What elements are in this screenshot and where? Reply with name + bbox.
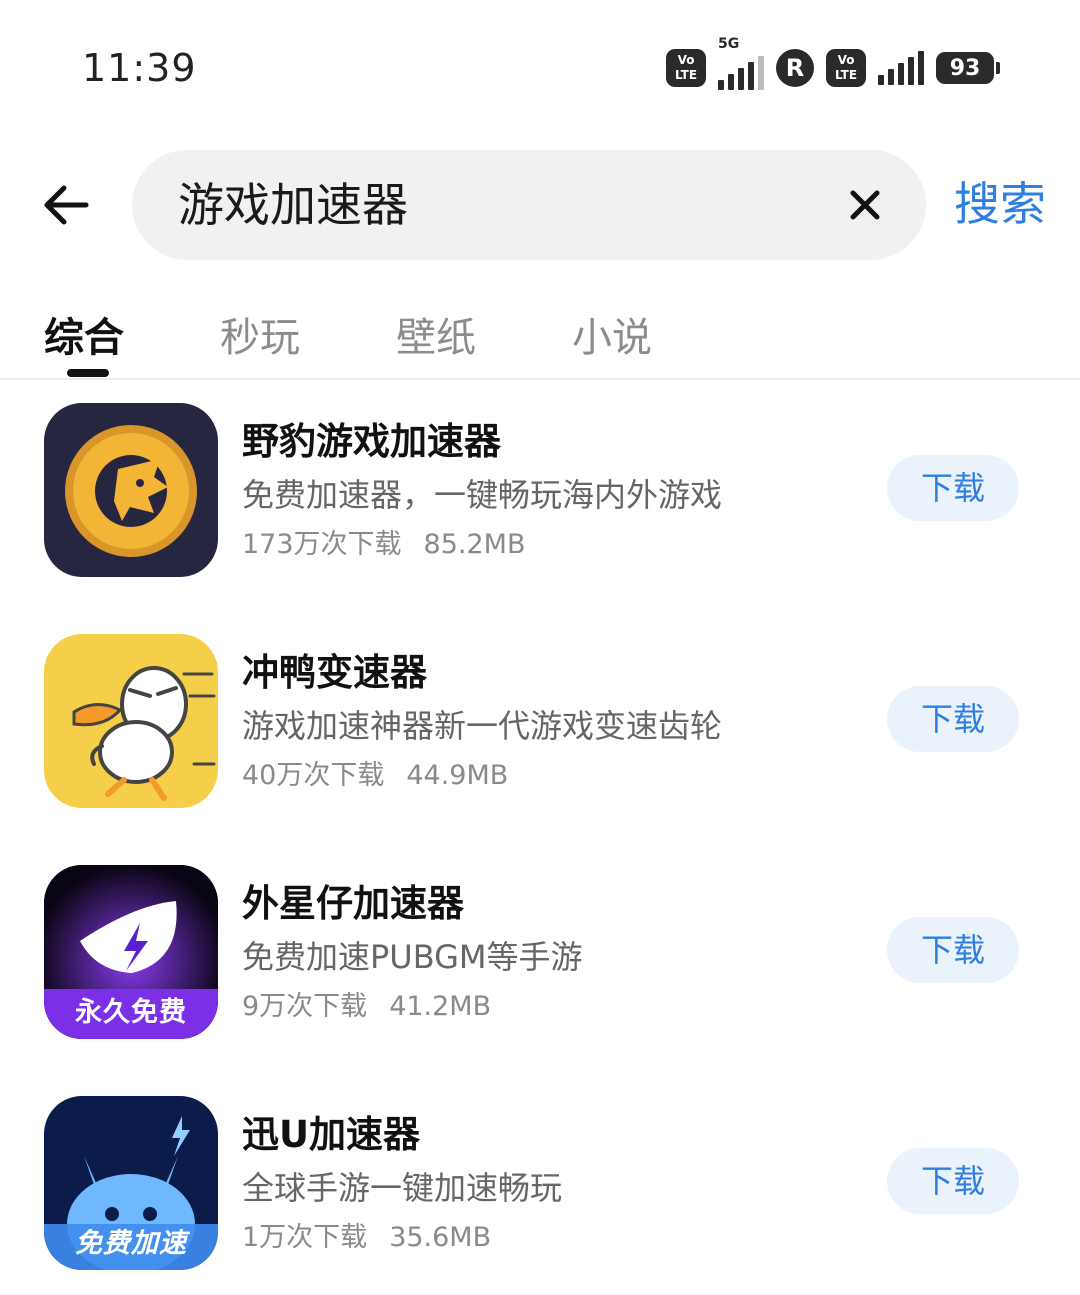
battery-icon: 93 (936, 52, 1000, 84)
app-meta: 1万次下载 35.6MB (242, 1218, 491, 1258)
tab-wallpaper[interactable]: 壁纸 (396, 310, 476, 366)
signal-5g-icon: 5G (718, 36, 764, 90)
download-count: 173万次下载 (242, 529, 402, 560)
search-button[interactable]: 搜索 (954, 174, 1046, 234)
file-size: 44.9MB (406, 760, 509, 791)
tab-comprehensive[interactable]: 综合 (44, 310, 124, 366)
divider (0, 378, 1080, 380)
signal-icon (878, 51, 924, 85)
download-button[interactable]: 下载 (887, 455, 1019, 521)
app-meta: 173万次下载 85.2MB (242, 525, 525, 565)
download-count: 40万次下载 (242, 760, 385, 791)
volte-icon: Vo LTE (666, 49, 706, 87)
active-tab-indicator (67, 369, 109, 377)
search-input[interactable]: 游戏加速器 (132, 150, 926, 260)
download-count: 1万次下载 (242, 1222, 368, 1253)
list-item[interactable]: 永久免费 外星仔加速器 免费加速PUBGM等手游 9万次下载 41.2MB 下载 (0, 865, 1080, 1065)
app-icon-badge: 免费加速 (75, 1228, 187, 1259)
list-item[interactable]: 免费加速 迅U加速器 全球手游一键加速畅玩 1万次下载 35.6MB 下载 (0, 1096, 1080, 1295)
download-button[interactable]: 下载 (887, 917, 1019, 983)
alien-eye-icon[interactable]: 永久免费 (44, 865, 218, 1039)
file-size: 35.6MB (389, 1222, 492, 1253)
list-item[interactable]: 冲鸭变速器 游戏加速神器新一代游戏变速齿轮 40万次下载 44.9MB 下载 (0, 634, 1080, 834)
clear-icon[interactable] (842, 182, 888, 228)
app-meta: 9万次下载 41.2MB (242, 987, 491, 1027)
app-description: 免费加速器，一键畅玩海内外游戏 (242, 476, 723, 514)
app-meta: 40万次下载 44.9MB (242, 756, 508, 796)
status-icons: Vo LTE 5G R Vo LTE 93 (666, 36, 1000, 90)
app-description: 全球手游一键加速畅玩 (242, 1169, 563, 1207)
download-button[interactable]: 下载 (887, 686, 1019, 752)
tab-novel[interactable]: 小说 (572, 310, 652, 366)
category-tabs: 综合 秒玩 壁纸 小说 (0, 300, 1080, 380)
tab-instant-play[interactable]: 秒玩 (220, 310, 300, 366)
status-bar: 11:39 Vo LTE 5G R Vo LTE 93 (0, 0, 1080, 120)
app-description: 游戏加速神器新一代游戏变速齿轮 (242, 707, 723, 745)
blue-cat-icon[interactable]: 免费加速 (44, 1096, 218, 1270)
file-size: 85.2MB (423, 529, 526, 560)
search-query-text[interactable]: 游戏加速器 (178, 176, 408, 234)
volte-icon-2: Vo LTE (826, 49, 866, 87)
app-icon-badge: 永久免费 (75, 997, 187, 1028)
download-button[interactable]: 下载 (887, 1148, 1019, 1214)
app-description: 免费加速PUBGM等手游 (242, 938, 583, 976)
app-name[interactable]: 外星仔加速器 (242, 879, 464, 929)
app-name[interactable]: 野豹游戏加速器 (242, 417, 501, 467)
running-duck-icon[interactable] (44, 634, 218, 808)
network-5g-label: 5G (718, 36, 740, 52)
file-size: 41.2MB (389, 991, 492, 1022)
back-arrow-icon[interactable] (36, 175, 96, 235)
roaming-icon: R (776, 49, 814, 87)
download-count: 9万次下载 (242, 991, 368, 1022)
status-time: 11:39 (82, 46, 197, 90)
list-item[interactable]: 野豹游戏加速器 免费加速器，一键畅玩海内外游戏 173万次下载 85.2MB 下载 (0, 403, 1080, 603)
app-name[interactable]: 冲鸭变速器 (242, 648, 427, 698)
app-name[interactable]: 迅U加速器 (242, 1110, 420, 1160)
leopard-icon[interactable] (44, 403, 218, 577)
app-store-search-page: 11:39 Vo LTE 5G R Vo LTE 93 游戏加速器 搜索 综合 … (0, 0, 1080, 1295)
